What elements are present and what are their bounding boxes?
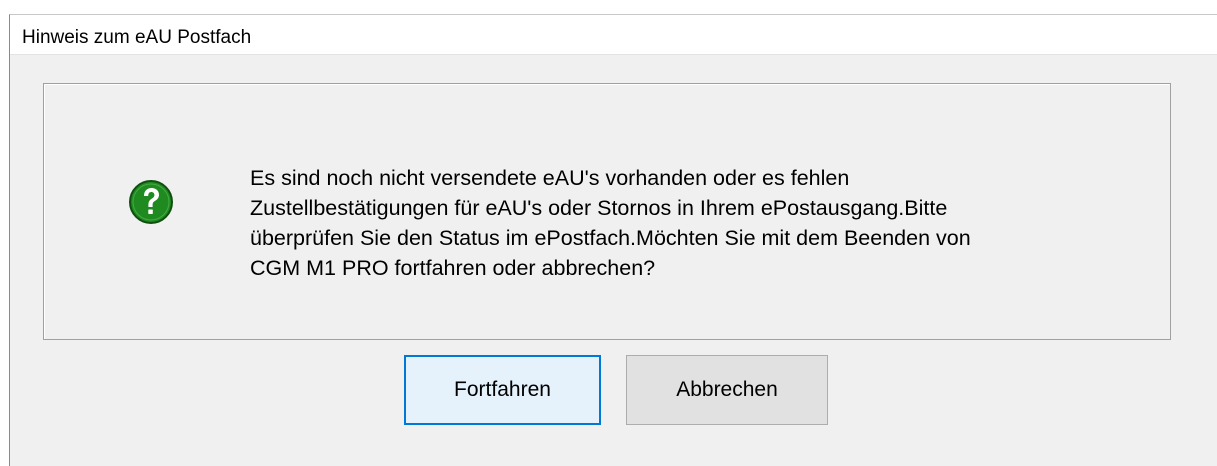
message-line: CGM M1 PRO fortfahren oder abbrechen?: [250, 256, 656, 280]
window-title: Hinweis zum eAU Postfach: [22, 27, 252, 48]
message-line: überprüfen Sie den Status im ePostfach.M…: [250, 226, 971, 250]
continue-button[interactable]: Fortfahren: [404, 355, 601, 425]
question-icon: [129, 180, 173, 224]
dialog-window: Hinweis zum eAU Postfach Es sind noch ni…: [9, 14, 1217, 466]
message-line: Es sind noch nicht versendete eAU's vorh…: [250, 166, 850, 190]
message-line: Zustellbestätigungen für eAU's oder Stor…: [250, 196, 948, 220]
cancel-button[interactable]: Abbrechen: [626, 355, 828, 425]
message-panel: Es sind noch nicht versendete eAU's vorh…: [43, 83, 1171, 340]
title-bar[interactable]: Hinweis zum eAU Postfach: [10, 15, 1217, 55]
message-text: Es sind noch nicht versendete eAU's vorh…: [250, 163, 1130, 283]
